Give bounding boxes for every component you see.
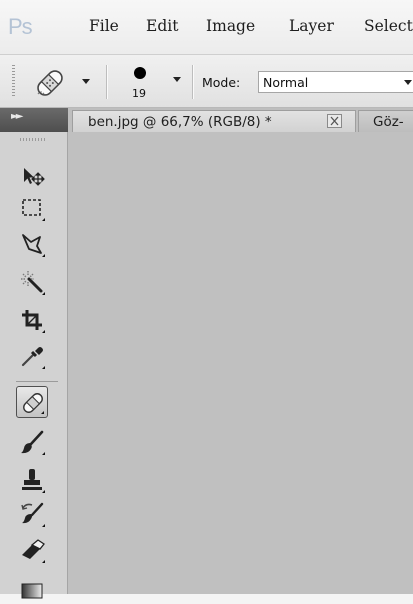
tool-magic-wand[interactable] <box>16 266 48 298</box>
mode-select-value: Normal <box>263 75 309 90</box>
tool-flyout-indicator <box>42 330 45 333</box>
tool-flyout-indicator <box>42 292 45 295</box>
menu-edit[interactable]: Edit <box>146 17 178 35</box>
options-bar-grip[interactable] <box>12 65 15 97</box>
brush-size-value: 19 <box>132 87 146 100</box>
document-tabs-bar: ►► ben.jpg @ 66,7% (RGB/8) * Göz- <box>0 108 413 132</box>
chevron-down-icon <box>82 79 90 84</box>
close-icon[interactable] <box>327 114 342 128</box>
tab-ben-jpg[interactable]: ben.jpg @ 66,7% (RGB/8) * <box>72 110 356 132</box>
chevron-down-icon <box>404 80 412 85</box>
tab-label: ben.jpg @ 66,7% (RGB/8) * <box>88 114 272 130</box>
menu-select[interactable]: Select <box>364 17 413 35</box>
tool-spot-healing-brush[interactable] <box>16 386 48 418</box>
tool-eraser[interactable] <box>16 534 48 566</box>
expand-panel-icon[interactable]: ►► <box>11 111 24 122</box>
mode-label: Mode: <box>202 75 241 90</box>
tool-preset-picker[interactable] <box>20 61 94 101</box>
gradient-icon <box>21 583 43 599</box>
tool-gradient[interactable] <box>16 572 48 604</box>
options-bar: 19 Mode: Normal <box>0 54 413 108</box>
tool-clone-stamp[interactable] <box>16 464 48 496</box>
mode-select[interactable]: Normal <box>258 71 413 93</box>
tool-flyout-indicator <box>42 254 45 257</box>
tab-goz[interactable]: Göz- <box>358 110 413 132</box>
tool-flyout-indicator <box>42 560 45 563</box>
divider <box>192 65 193 99</box>
menu-image[interactable]: Image <box>206 17 255 35</box>
tool-brush[interactable] <box>16 426 48 458</box>
document-canvas[interactable] <box>68 132 413 594</box>
move-icon <box>24 168 45 186</box>
tool-polygonal-lasso[interactable] <box>16 228 48 260</box>
photoshop-logo: Ps <box>8 14 33 39</box>
tool-flyout-indicator <box>42 218 45 221</box>
tool-rectangular-marquee[interactable] <box>16 192 48 224</box>
tools-divider <box>16 381 58 382</box>
divider <box>106 65 107 99</box>
tab-label: Göz- <box>373 114 404 130</box>
tool-history-brush[interactable] <box>16 498 48 530</box>
tools-panel-header[interactable]: ►► <box>0 108 68 132</box>
tool-flyout-indicator <box>41 411 44 414</box>
menu-bar: Ps File Edit Image Layer Select <box>0 0 413 54</box>
spot-healing-brush-icon <box>37 70 63 96</box>
tools-panel-grip[interactable] <box>20 138 46 141</box>
tool-flyout-indicator <box>42 366 45 369</box>
tool-crop[interactable] <box>16 304 48 336</box>
chevron-down-icon <box>173 77 181 82</box>
menu-layer[interactable]: Layer <box>289 17 334 35</box>
tools-panel <box>0 132 68 599</box>
brush-preset-picker[interactable] <box>116 59 186 105</box>
tool-move[interactable] <box>16 160 48 192</box>
tool-flyout-indicator <box>42 490 45 493</box>
tool-eyedropper[interactable] <box>16 340 48 372</box>
menu-file[interactable]: File <box>89 17 119 35</box>
tool-flyout-indicator <box>42 452 45 455</box>
brush-tip-icon <box>134 67 146 79</box>
tool-flyout-indicator <box>42 524 45 527</box>
